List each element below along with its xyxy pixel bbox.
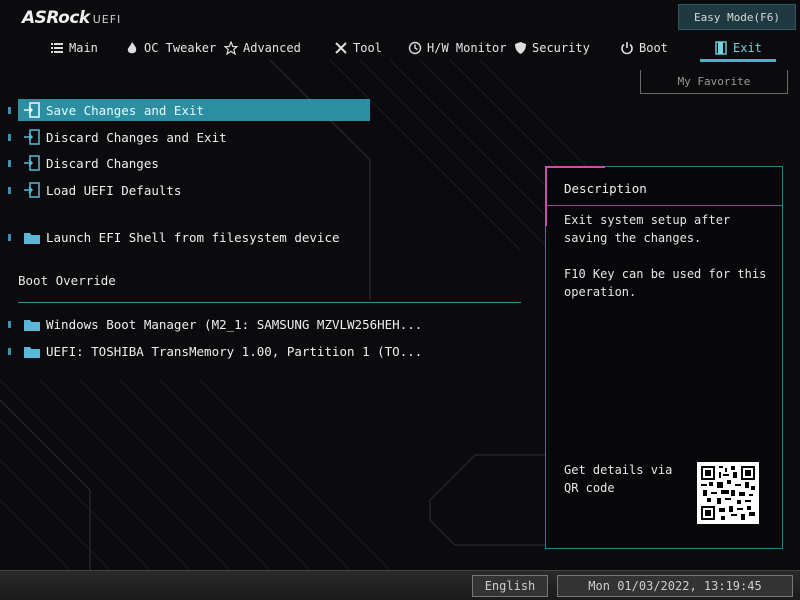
exit-door-icon [22,181,42,199]
tab-boot[interactable]: Boot [620,36,668,60]
menu-item-label: Discard Changes [46,155,159,171]
panel-accent [545,166,547,226]
folder-icon [22,342,42,360]
folder-icon [22,315,42,333]
item-marker [8,187,11,194]
description-panel: Description Exit system setup after savi… [545,166,783,549]
menu-item-discard-changes-and-exit[interactable]: Discard Changes and Exit [8,126,227,148]
panel-accent [545,166,605,168]
menu-item-label: Discard Changes and Exit [46,129,227,145]
description-divider [546,205,782,206]
boot-override-heading: Boot Override [18,273,116,288]
item-marker [8,160,11,167]
item-marker [8,107,11,114]
qr-label: Get details via QR code [564,463,673,495]
exit-door-icon [22,128,42,146]
status-bar: English Mon 01/03/2022, 13:19:45 [0,570,800,600]
menu-item-launch-efi-shell[interactable]: Launch EFI Shell from filesystem device [8,226,340,248]
exit-menu: Save Changes and Exit Discard Changes an… [0,0,540,600]
menu-item-save-changes-and-exit[interactable]: Save Changes and Exit [8,99,370,121]
folder-icon [22,228,42,246]
item-marker [8,234,11,241]
exit-door-icon [714,41,728,55]
boot-item-label: UEFI: TOSHIBA TransMemory 1.00, Partitio… [46,343,423,359]
description-text: Exit system setup after saving the chang… [564,213,767,299]
menu-item-label: Launch EFI Shell from filesystem device [46,229,340,245]
section-divider [18,302,521,303]
qr-code-icon [701,466,755,520]
item-marker [8,134,11,141]
language-selector[interactable]: English [472,575,548,597]
item-marker [8,348,11,355]
tab-exit-label: Exit [733,41,762,55]
exit-door-icon [22,154,42,172]
item-marker [8,321,11,328]
tab-boot-label: Boot [639,41,668,55]
tab-exit[interactable]: Exit [714,36,762,60]
boot-item-label: Windows Boot Manager (M2_1: SAMSUNG MZVL… [46,316,423,332]
menu-item-label: Save Changes and Exit [46,102,205,118]
menu-item-load-uefi-defaults[interactable]: Load UEFI Defaults [8,179,182,201]
exit-door-icon [22,101,42,119]
power-icon [620,41,634,55]
tab-security-label: Security [532,41,590,55]
boot-item-windows-boot-manager[interactable]: Windows Boot Manager (M2_1: SAMSUNG MZVL… [8,313,423,335]
menu-item-discard-changes[interactable]: Discard Changes [8,152,159,174]
my-favorite-button[interactable]: My Favorite [640,70,788,94]
description-title: Description [564,181,647,196]
qr-code [697,462,759,524]
easy-mode-button[interactable]: Easy Mode(F6) [678,4,796,30]
menu-item-label: Load UEFI Defaults [46,182,182,198]
boot-item-uefi-toshiba[interactable]: UEFI: TOSHIBA TransMemory 1.00, Partitio… [8,340,423,362]
date-time-display: Mon 01/03/2022, 13:19:45 [557,575,793,597]
active-tab-indicator [700,59,776,62]
